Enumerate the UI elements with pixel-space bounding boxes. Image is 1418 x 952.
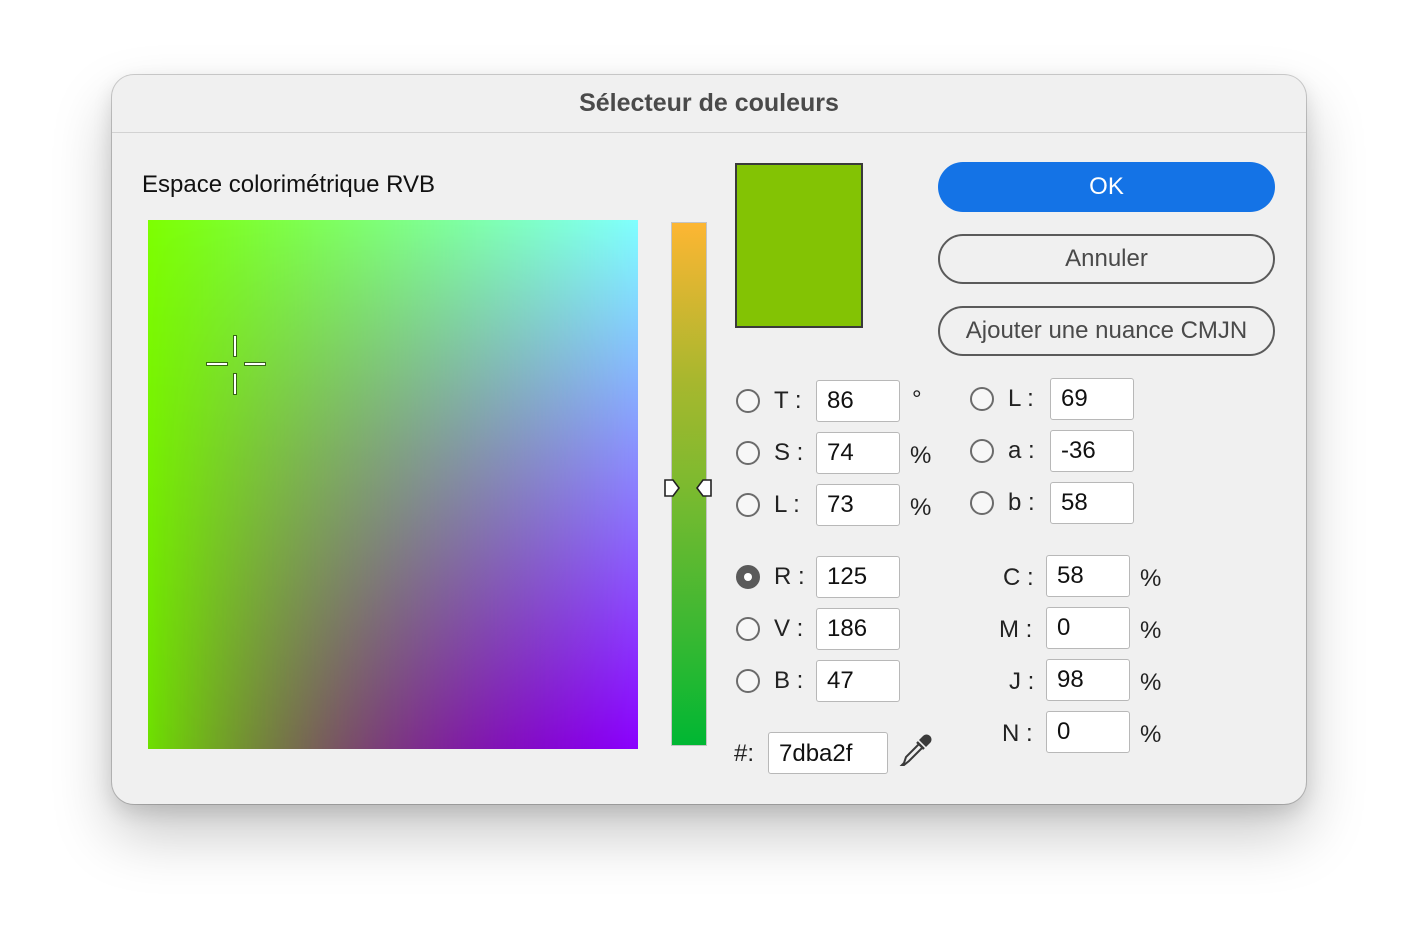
magenta-unit: % [1140,617,1162,644]
label-magenta: M : [999,616,1033,643]
black-unit: % [1140,721,1162,748]
radio-red[interactable] [736,565,760,589]
radio-lab-b[interactable] [970,491,994,515]
add-cmyk-swatch-button[interactable]: Ajouter une nuance CMJN [938,306,1275,356]
color-picker-dialog: Sélecteur de couleurs Espace colorimétri… [112,75,1306,804]
dialog-title: Sélecteur de couleurs [112,75,1306,133]
color-space-label: Espace colorimétrique RVB [142,171,436,198]
label-lab-l: L : [1008,385,1034,412]
hex-input[interactable]: 7dba2f [768,732,888,774]
slider-handle-left-icon[interactable] [664,479,680,497]
new-color-swatch [735,163,863,328]
radio-green[interactable] [736,617,760,641]
row-lab-b: b : [970,482,1035,524]
hue-input[interactable]: 86 [816,380,900,422]
radio-lightness[interactable] [736,493,760,517]
row-lab-a: a : [970,430,1035,472]
magenta-input[interactable]: 0 [1046,607,1130,649]
hex-label: #: [734,740,755,767]
lab-a-input[interactable]: -36 [1050,430,1134,472]
lightness-input[interactable]: 73 [816,484,900,526]
label-black: N : [1002,720,1033,747]
hue-unit: ° [912,386,922,413]
yellow-input[interactable]: 98 [1046,659,1130,701]
radio-lab-a[interactable] [970,439,994,463]
row-green: V : [736,608,803,650]
label-lab-a: a : [1008,437,1035,464]
label-yellow: J : [1009,668,1035,695]
lab-l-input[interactable]: 69 [1050,378,1134,420]
red-input[interactable]: 125 [816,556,900,598]
lab-b-input[interactable]: 58 [1050,482,1134,524]
eyedropper-icon[interactable] [898,732,934,768]
ok-button[interactable]: OK [938,162,1275,212]
slider-handle-right-icon[interactable] [696,479,712,497]
label-red: R : [774,563,805,590]
color-field[interactable] [148,220,638,749]
cyan-unit: % [1140,565,1162,592]
cancel-button[interactable]: Annuler [938,234,1275,284]
green-input[interactable]: 186 [816,608,900,650]
black-input[interactable]: 0 [1046,711,1130,753]
yellow-unit: % [1140,669,1162,696]
saturation-input[interactable]: 74 [816,432,900,474]
lightness-unit: % [910,494,932,521]
row-blue: B : [736,660,803,702]
row-hue: T : [736,380,802,422]
radio-blue[interactable] [736,669,760,693]
label-green: V : [774,615,804,642]
label-saturation: S : [774,439,804,466]
row-lightness: L : [736,484,800,526]
label-hue: T : [774,387,802,414]
row-lab-l: L : [970,378,1034,420]
crosshair-cursor[interactable] [205,334,267,396]
label-lab-b: b : [1008,489,1035,516]
radio-hue[interactable] [736,389,760,413]
row-saturation: S : [736,432,803,474]
radio-saturation[interactable] [736,441,760,465]
label-cyan: C : [1003,564,1034,591]
blue-input[interactable]: 47 [816,660,900,702]
cyan-input[interactable]: 58 [1046,555,1130,597]
saturation-unit: % [910,442,932,469]
row-red: R : [736,556,805,598]
radio-lab-l[interactable] [970,387,994,411]
label-lightness: L : [774,491,800,518]
label-blue: B : [774,667,804,694]
